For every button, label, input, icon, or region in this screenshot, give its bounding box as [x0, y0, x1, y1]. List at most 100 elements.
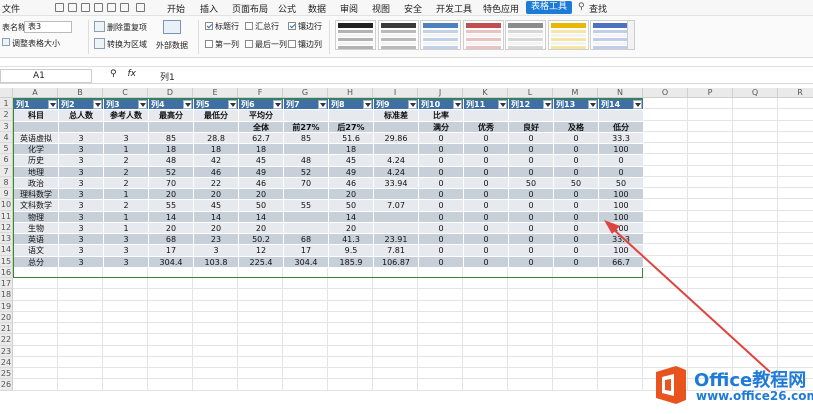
table-cell[interactable]: 0: [509, 189, 554, 201]
table-cell[interactable]: 总人数: [59, 110, 104, 122]
tab-formulas[interactable]: 公式: [278, 2, 296, 15]
table-cell[interactable]: 7.07: [374, 200, 419, 212]
table-cell[interactable]: 0: [509, 132, 554, 144]
table-cell[interactable]: 55: [284, 200, 329, 212]
table-cell[interactable]: 52: [284, 166, 329, 178]
table-cell[interactable]: 18: [194, 144, 239, 156]
tab-view[interactable]: 视图: [372, 2, 390, 15]
table-name-input[interactable]: 表3: [24, 21, 72, 33]
search-icon[interactable]: ⚲: [578, 2, 585, 12]
table-cell[interactable]: 100: [599, 211, 644, 223]
table-cell[interactable]: 0: [554, 189, 599, 201]
table-cell[interactable]: 3: [194, 245, 239, 257]
table-cell[interactable]: 14: [149, 211, 194, 223]
table-cell[interactable]: 20: [329, 222, 374, 234]
row-header[interactable]: 8: [0, 176, 13, 188]
table-cell[interactable]: [194, 121, 239, 133]
table-style-swatch[interactable]: [335, 20, 376, 50]
filter-dropdown-icon[interactable]: [408, 100, 417, 109]
select-all-corner[interactable]: [0, 88, 13, 98]
table-cell[interactable]: 0: [419, 211, 464, 223]
row-header[interactable]: 23: [0, 345, 13, 357]
column-header[interactable]: L: [508, 88, 553, 98]
table-cell[interactable]: 0: [419, 256, 464, 268]
table-cell[interactable]: 46: [329, 177, 374, 189]
tab-home[interactable]: 开始: [167, 2, 185, 15]
table-cell[interactable]: 0: [419, 155, 464, 167]
formula-input[interactable]: 列1: [160, 70, 175, 83]
table-cell[interactable]: 20: [194, 222, 239, 234]
table-cell[interactable]: 48: [284, 155, 329, 167]
print-icon[interactable]: [68, 3, 77, 12]
row-header[interactable]: 3: [0, 120, 13, 132]
table-header-cell[interactable]: 列3: [104, 99, 149, 111]
table-cell[interactable]: 106.87: [374, 256, 419, 268]
row-header[interactable]: 16: [0, 266, 13, 278]
table-cell[interactable]: [284, 144, 329, 156]
table-cell[interactable]: 标准差: [374, 110, 419, 122]
table-cell[interactable]: 3: [59, 256, 104, 268]
table-cell[interactable]: 68: [284, 234, 329, 246]
tab-insert[interactable]: 插入: [200, 2, 218, 15]
table-cell[interactable]: 23.91: [374, 234, 419, 246]
table-cell[interactable]: 0: [509, 211, 554, 223]
table-cell[interactable]: [284, 189, 329, 201]
resize-table-button[interactable]: 调整表格大小: [12, 38, 60, 49]
table-cell[interactable]: 语文: [14, 245, 59, 257]
table-cell[interactable]: 1: [104, 211, 149, 223]
tab-table-tools[interactable]: 表格工具: [526, 1, 573, 14]
row-header[interactable]: 11: [0, 210, 13, 222]
table-cell[interactable]: 14: [329, 211, 374, 223]
table-cell[interactable]: 14: [194, 211, 239, 223]
table-cell[interactable]: [284, 110, 329, 122]
table-cell[interactable]: 3: [59, 132, 104, 144]
table-style-swatch[interactable]: [377, 20, 419, 50]
last-column-checkbox[interactable]: [245, 40, 253, 48]
header-row-checkbox[interactable]: [205, 22, 213, 30]
table-cell[interactable]: 20: [194, 189, 239, 201]
table-cell[interactable]: 2: [104, 155, 149, 167]
column-header[interactable]: F: [238, 88, 283, 98]
table-cell[interactable]: 100: [599, 245, 644, 257]
table-cell[interactable]: 0: [599, 155, 644, 167]
table-style-swatch[interactable]: [462, 20, 504, 50]
table-cell[interactable]: 49: [329, 166, 374, 178]
table-cell[interactable]: 50.2: [239, 234, 284, 246]
filter-dropdown-icon[interactable]: [498, 100, 507, 109]
column-header[interactable]: K: [463, 88, 508, 98]
table-cell[interactable]: 9.5: [329, 245, 374, 257]
filter-dropdown-icon[interactable]: [48, 100, 57, 109]
table-cell[interactable]: 225.4: [239, 256, 284, 268]
banded-rows-checkbox[interactable]: [288, 22, 296, 30]
row-header[interactable]: 22: [0, 334, 13, 346]
table-cell[interactable]: 0: [419, 166, 464, 178]
row-header[interactable]: 20: [0, 311, 13, 323]
row-header[interactable]: 5: [0, 143, 13, 155]
table-cell[interactable]: 55: [149, 200, 194, 212]
table-cell[interactable]: 0: [554, 222, 599, 234]
table-cell[interactable]: 20: [239, 222, 284, 234]
row-header[interactable]: 10: [0, 199, 13, 211]
zoom-icon[interactable]: ⚲: [110, 69, 117, 79]
table-cell[interactable]: 17: [284, 245, 329, 257]
table-cell[interactable]: 66.7: [599, 256, 644, 268]
table-header-cell[interactable]: 列4: [149, 99, 194, 111]
filter-dropdown-icon[interactable]: [453, 100, 462, 109]
filter-dropdown-icon[interactable]: [273, 100, 282, 109]
table-cell[interactable]: 41.3: [329, 234, 374, 246]
table-cell[interactable]: 0: [419, 177, 464, 189]
external-data-button[interactable]: 外部数据: [156, 40, 188, 51]
table-cell[interactable]: 后27%: [329, 121, 374, 133]
table-cell[interactable]: 英语: [14, 234, 59, 246]
filter-dropdown-icon[interactable]: [543, 100, 552, 109]
table-cell[interactable]: [374, 222, 419, 234]
column-header[interactable]: E: [193, 88, 238, 98]
tab-developer[interactable]: 开发工具: [436, 2, 472, 15]
column-header[interactable]: D: [148, 88, 193, 98]
column-header[interactable]: R: [778, 88, 813, 98]
table-cell[interactable]: [14, 121, 59, 133]
table-cell[interactable]: 33.3: [599, 234, 644, 246]
table-cell[interactable]: 50: [239, 200, 284, 212]
print-preview-icon[interactable]: [81, 3, 90, 12]
table-cell[interactable]: 3: [104, 132, 149, 144]
